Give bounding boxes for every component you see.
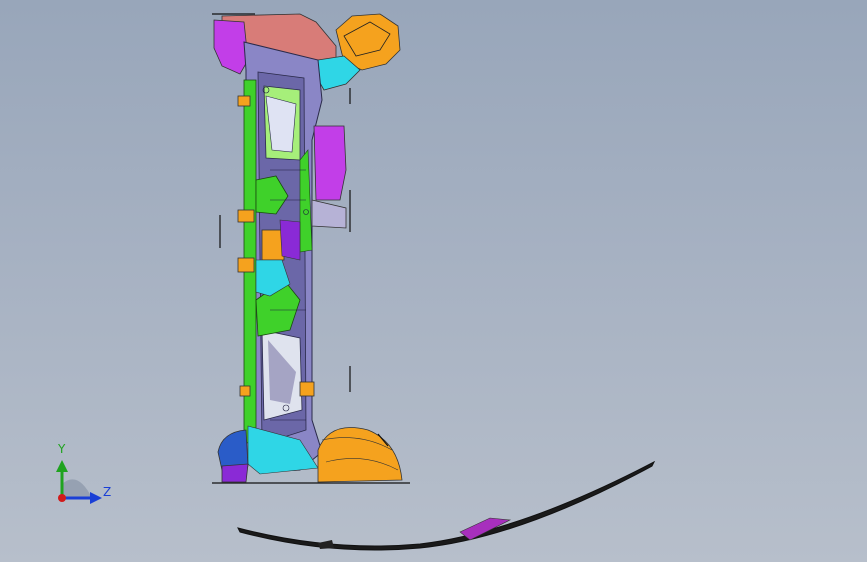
magenta-panel-part: [313, 125, 347, 201]
coordinate-triad: Y Z: [48, 440, 128, 520]
bottom-orange-part: [317, 427, 403, 483]
graphics-viewport[interactable]: Y Z: [0, 0, 867, 562]
cad-model-view[interactable]: [0, 0, 867, 562]
top-magenta-part: [213, 19, 249, 75]
z-axis-label: Z: [103, 485, 112, 499]
y-axis-label: Y: [58, 442, 66, 456]
curved-strip-part: [237, 460, 656, 551]
